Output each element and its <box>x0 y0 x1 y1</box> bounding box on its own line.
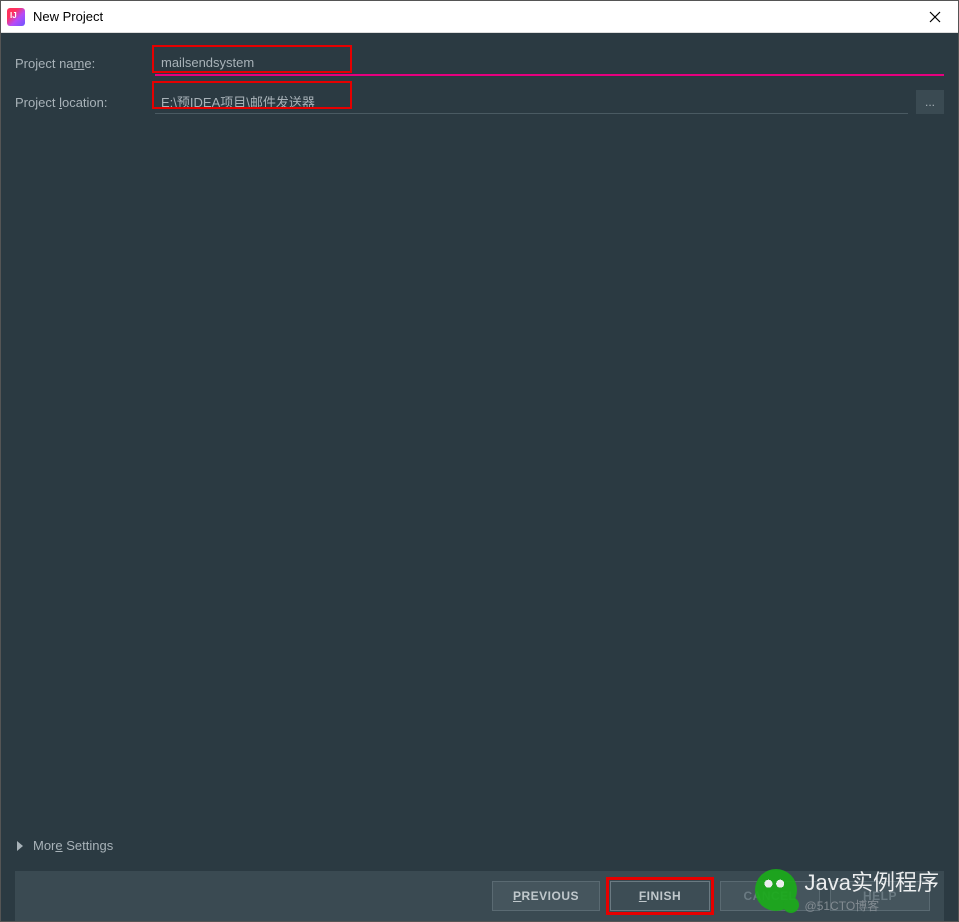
previous-rest: REVIOUS <box>521 889 579 903</box>
finish-button-highlight: FINISH <box>610 881 710 911</box>
more-settings-toggle[interactable]: More Settings <box>15 828 944 871</box>
button-bar: PREVIOUS FINISH CANCEL HELP <box>15 871 944 921</box>
project-location-input-area: ... <box>155 90 944 114</box>
finish-button[interactable]: FINISH <box>610 881 710 911</box>
project-location-label: Project location: <box>15 95 155 110</box>
content-spacer <box>15 128 944 828</box>
previous-mnemonic: P <box>513 889 522 903</box>
finish-mnemonic: F <box>639 889 647 903</box>
more-settings-label: More Settings <box>33 838 113 853</box>
help-button[interactable]: HELP <box>830 881 930 911</box>
project-name-row: Project name: <box>15 51 944 76</box>
project-name-input-area <box>155 51 944 76</box>
finish-rest: INISH <box>647 889 682 903</box>
cancel-button[interactable]: CANCEL <box>720 881 820 911</box>
project-name-label: Project name: <box>15 56 155 71</box>
close-icon <box>929 11 941 23</box>
window-title: New Project <box>33 9 912 24</box>
project-location-row: Project location: ... <box>15 90 944 114</box>
close-button[interactable] <box>912 1 958 33</box>
dialog-content: Project name: Project location: ... More… <box>1 33 958 921</box>
titlebar[interactable]: New Project <box>1 1 958 33</box>
new-project-dialog: New Project Project name: Project locati… <box>0 0 959 922</box>
project-name-input[interactable] <box>155 51 944 76</box>
project-location-input[interactable] <box>155 90 908 114</box>
previous-button[interactable]: PREVIOUS <box>492 881 600 911</box>
intellij-icon <box>7 8 25 26</box>
expand-icon <box>17 841 23 851</box>
browse-location-button[interactable]: ... <box>916 90 944 114</box>
